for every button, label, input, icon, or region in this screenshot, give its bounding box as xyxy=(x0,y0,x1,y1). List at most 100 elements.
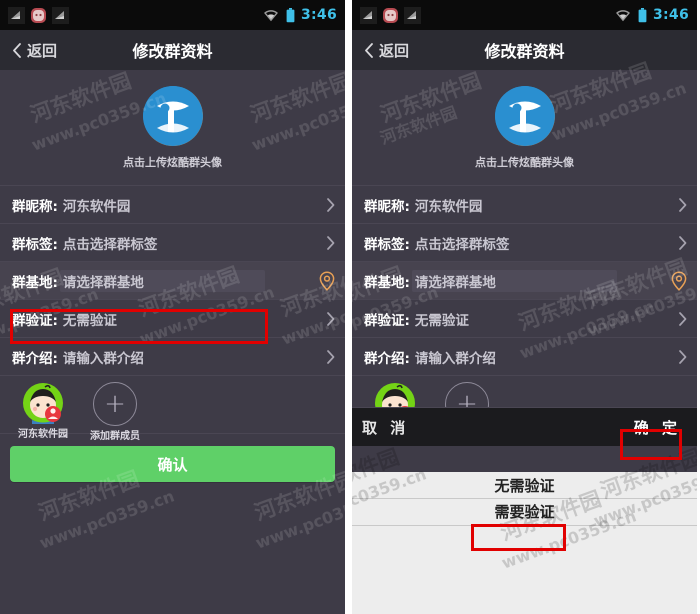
avatar-caption: 点击上传炫酷群头像 xyxy=(475,155,574,169)
member-avatar-icon xyxy=(375,383,415,407)
row-value: 无需验证 xyxy=(62,312,117,329)
wifi-icon xyxy=(263,10,278,22)
member-item[interactable] xyxy=(364,382,426,407)
clock-label: 3:46 xyxy=(300,7,337,23)
list-row-group-verification[interactable]: 群验证: 无需验证 xyxy=(0,300,345,338)
wifi-icon xyxy=(615,10,630,22)
row-label: 群标签: xyxy=(12,236,58,253)
back-button[interactable]: 返回 xyxy=(0,40,57,61)
list-row-group-nickname[interactable]: 群昵称: 河东软件园 xyxy=(352,186,697,224)
screenshot-stage: 3:46 返回 修改群资料 点击上传炫酷群头像 群昵称: 河东软件园 群标签: … xyxy=(0,0,700,614)
add-member-label: 添加群成员 xyxy=(90,431,140,442)
member-strip-right: + xyxy=(352,376,697,408)
title-bar-right: 返回 修改群资料 xyxy=(352,30,697,70)
group-avatar-image[interactable] xyxy=(494,85,555,146)
chevron-right-icon xyxy=(679,235,687,250)
row-label: 群基地: xyxy=(364,274,410,291)
chevron-right-icon xyxy=(679,311,687,326)
row-label: 群标签: xyxy=(364,236,410,253)
picker-option-no-verify[interactable]: 无需验证 xyxy=(352,472,697,498)
picker-action-bar: 取 消 确 定 xyxy=(352,408,697,446)
group-info-list-right: 群昵称: 河东软件园 群标签: 点击选择群标签 群基地: 请选择群基地 群验证:… xyxy=(352,186,697,376)
plus-icon[interactable]: + xyxy=(93,382,137,426)
chevron-right-icon xyxy=(679,197,687,212)
list-row-group-base[interactable]: 群基地: 请选择群基地 xyxy=(352,262,697,300)
member-name: 河东软件园 xyxy=(18,429,68,440)
cancel-button[interactable]: 取 消 xyxy=(362,417,409,438)
battery-icon xyxy=(638,7,647,22)
status-bar-right: 3:46 xyxy=(352,0,697,30)
chevron-left-icon xyxy=(365,42,373,58)
row-value: 无需验证 xyxy=(414,312,469,329)
row-value: 请选择群基地 xyxy=(414,274,496,291)
title-bar-left: 返回 修改群资料 xyxy=(0,30,345,70)
chevron-right-icon xyxy=(327,197,335,212)
signal-icon xyxy=(404,6,421,24)
row-label: 群验证: xyxy=(364,312,410,329)
row-label: 群基地: xyxy=(12,274,58,291)
row-value: 点击选择群标签 xyxy=(62,236,158,253)
row-label: 群介绍: xyxy=(364,350,410,367)
app-notification-icon xyxy=(383,7,398,23)
row-value: 请输入群介绍 xyxy=(414,350,496,367)
location-pin-icon[interactable] xyxy=(671,270,687,291)
row-label: 群昵称: xyxy=(364,198,410,215)
battery-icon xyxy=(286,7,295,22)
watermark-text: www.pc0359.cn xyxy=(37,486,177,553)
group-avatar-block[interactable]: 点击上传炫酷群头像 xyxy=(0,70,345,186)
row-value: 河东软件园 xyxy=(414,198,483,215)
signal-icon xyxy=(52,6,69,24)
status-bar-right-cluster: 3:46 xyxy=(262,7,337,23)
list-row-group-introduction[interactable]: 群介绍: 请输入群介绍 xyxy=(0,338,345,376)
list-row-group-nickname[interactable]: 群昵称: 河东软件园 xyxy=(0,186,345,224)
row-value: 请选择群基地 xyxy=(62,274,144,291)
confirm-button[interactable]: 确认 xyxy=(10,446,335,482)
member-strip-left: 河东软件园 + 添加群成员 xyxy=(0,376,345,442)
confirm-button-wrap: 确认 xyxy=(0,434,345,482)
back-button-label: 返回 xyxy=(27,41,58,60)
signal-icon xyxy=(8,6,25,24)
member-avatar[interactable] xyxy=(22,382,64,424)
back-button-label: 返回 xyxy=(379,41,410,60)
chevron-left-icon xyxy=(13,42,21,58)
status-bar-left-icons xyxy=(8,6,69,24)
location-pin-icon[interactable] xyxy=(319,270,335,291)
ok-button[interactable]: 确 定 xyxy=(628,415,687,440)
member-avatar[interactable] xyxy=(374,382,416,407)
list-row-group-base[interactable]: 群基地: 请选择群基地 xyxy=(0,262,345,300)
avatar-caption: 点击上传炫酷群头像 xyxy=(123,155,222,169)
chevron-right-icon xyxy=(679,349,687,364)
row-value: 点击选择群标签 xyxy=(414,236,510,253)
status-bar-left-icons xyxy=(360,6,421,24)
status-bar-left: 3:46 xyxy=(0,0,345,30)
row-label: 群介绍: xyxy=(12,350,58,367)
group-avatar-block[interactable]: 点击上传炫酷群头像 xyxy=(352,70,697,186)
clock-label: 3:46 xyxy=(652,7,689,23)
verification-picker[interactable]: 无需验证 需要验证 xyxy=(352,472,697,614)
group-avatar-image[interactable] xyxy=(142,85,203,146)
phone-screen-left: 3:46 返回 修改群资料 点击上传炫酷群头像 群昵称: 河东软件园 群标签: … xyxy=(0,0,345,614)
picker-option-need-verify[interactable]: 需要验证 xyxy=(352,498,697,524)
chevron-right-icon xyxy=(327,311,335,326)
chevron-right-icon xyxy=(327,349,335,364)
watermark-text: www.pc0359.cn xyxy=(253,486,345,553)
member-item[interactable]: 河东软件园 xyxy=(12,382,74,440)
member-avatar-icon xyxy=(23,383,63,424)
plus-icon[interactable]: + xyxy=(445,382,489,407)
group-info-list-left: 群昵称: 河东软件园 群标签: 点击选择群标签 群基地: 请选择群基地 群验证:… xyxy=(0,186,345,376)
add-member-item[interactable]: + xyxy=(436,382,498,407)
list-row-group-verification[interactable]: 群验证: 无需验证 xyxy=(352,300,697,338)
list-row-group-introduction[interactable]: 群介绍: 请输入群介绍 xyxy=(352,338,697,376)
chevron-right-icon xyxy=(327,235,335,250)
list-row-group-tag[interactable]: 群标签: 点击选择群标签 xyxy=(0,224,345,262)
app-notification-icon xyxy=(31,7,46,23)
group-logo-icon xyxy=(494,85,555,146)
signal-icon xyxy=(360,6,377,24)
row-value: 河东软件园 xyxy=(62,198,131,215)
add-member-item[interactable]: + 添加群成员 xyxy=(84,382,146,442)
row-label: 群验证: xyxy=(12,312,58,329)
panel-divider xyxy=(345,0,352,614)
list-row-group-tag[interactable]: 群标签: 点击选择群标签 xyxy=(352,224,697,262)
group-logo-icon xyxy=(142,85,203,146)
back-button[interactable]: 返回 xyxy=(352,40,409,61)
